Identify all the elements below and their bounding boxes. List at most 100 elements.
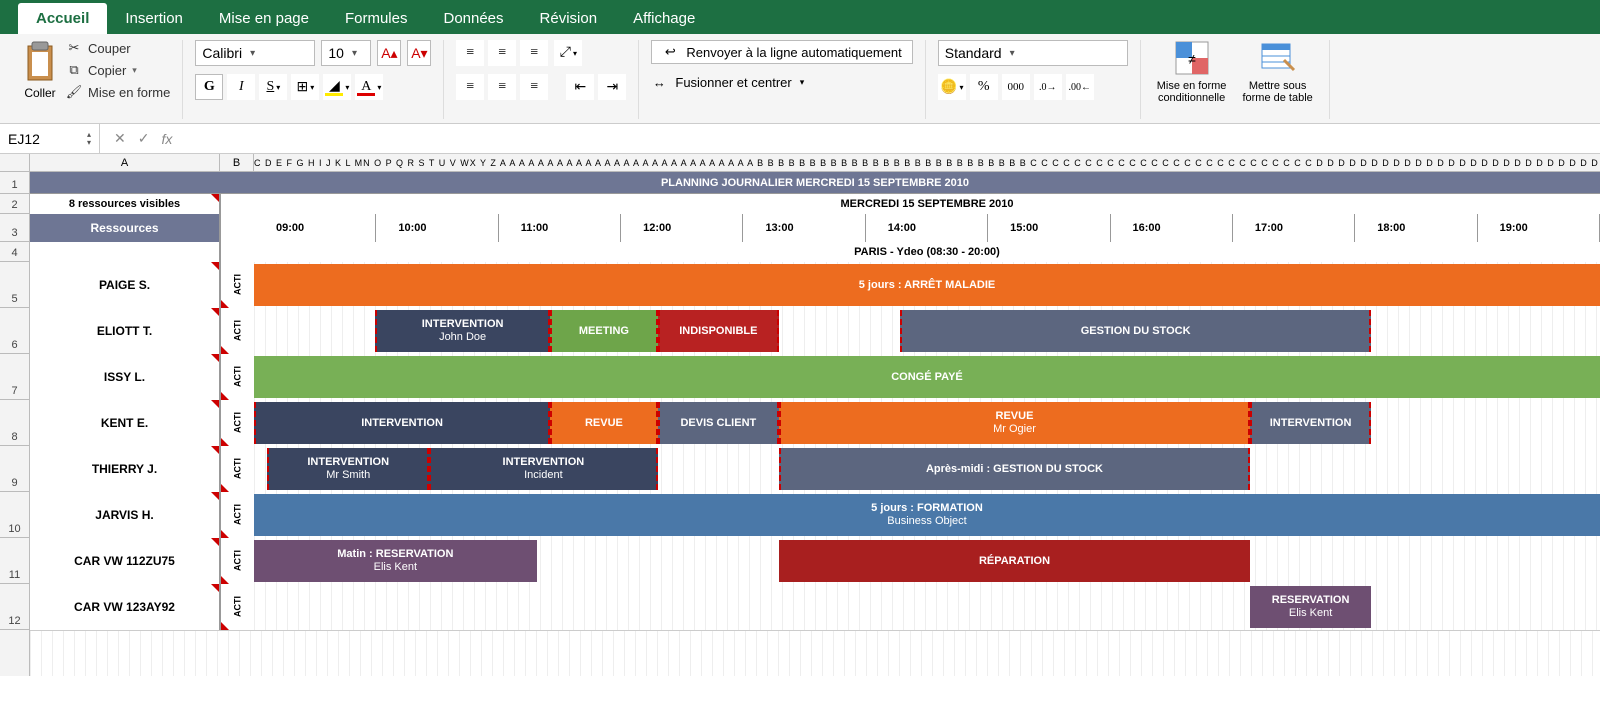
row-header[interactable]: 2 [0,194,29,214]
col-headers-rest[interactable]: C D E F G H I J K L MN O P Q R S T U V W… [254,154,1600,171]
align-left-button[interactable]: ≡ [456,74,484,100]
row-header[interactable]: 12 [0,584,29,630]
orientation-button[interactable]: ⤢▾ [554,40,582,66]
italic-button[interactable]: I [227,74,255,100]
cut-label: Couper [88,41,131,56]
resource-timeline[interactable]: INTERVENTIONREVUEDEVIS CLIENTREVUEMr Ogi… [254,400,1600,446]
decrease-decimal-button[interactable]: .00← [1066,74,1094,100]
enter-formula-button[interactable]: ✓ [138,130,150,147]
align-top-button[interactable]: ≡ [456,40,484,66]
resource-timeline[interactable]: Matin : RESERVATIONElis Kent RÉPARATION [254,538,1600,584]
schedule-bar[interactable]: 5 jours : FORMATIONBusiness Object [254,494,1600,536]
resource-name: KENT E. [30,400,220,446]
percent-button[interactable]: % [970,74,998,100]
number-format-select[interactable]: Standard▾ [938,40,1128,66]
schedule-bar[interactable]: INDISPONIBLE [658,310,779,352]
row-header[interactable]: 1 [0,172,29,194]
row-header[interactable]: 10 [0,492,29,538]
group-font: Calibri▾ 10▾ A▴ A▾ G I S▾ ⊞▾ ◢▾ A▾ [183,40,444,119]
acti-label: ACTI [220,308,254,354]
fill-color-button[interactable]: ◢▾ [323,74,351,100]
align-middle-button[interactable]: ≡ [488,40,516,66]
col-header-b[interactable]: B [220,154,254,171]
column-headers: A B C D E F G H I J K L MN O P Q R S T U… [0,154,1600,172]
underline-button[interactable]: S▾ [259,74,287,100]
sheet-content[interactable]: PLANNING JOURNALIER MERCREDI 15 SEPTEMBR… [30,172,1600,676]
schedule-bar[interactable]: REVUE [550,402,658,444]
table-format-button[interactable]: Mettre sous forme de table [1238,40,1316,104]
indent-decrease-button[interactable]: ⇤ [566,74,594,100]
row-header[interactable]: 6 [0,308,29,354]
tab-accueil[interactable]: Accueil [18,3,107,34]
resource-timeline[interactable]: INTERVENTIONMr SmithINTERVENTIONIncident… [254,446,1600,492]
row-header[interactable]: 9 [0,446,29,492]
merge-center-button[interactable]: ↔ Fusionner et centrer ▾ [651,74,912,90]
tab-formules[interactable]: Formules [327,3,426,34]
wrap-text-button[interactable]: ↩ Renvoyer à la ligne automatiquement [651,40,912,64]
schedule-bar[interactable]: INTERVENTION [254,402,550,444]
hour-cell: 16:00 [1111,214,1233,242]
row-header[interactable]: 7 [0,354,29,400]
schedule-bar[interactable]: CONGÉ PAYÉ [254,356,1600,398]
schedule-bar[interactable]: RÉPARATION [779,540,1250,582]
schedule-bar[interactable]: 5 jours : ARRÊT MALADIE [254,264,1600,306]
row-header[interactable]: 11 [0,538,29,584]
select-all-corner[interactable] [0,154,30,171]
align-right-button[interactable]: ≡ [520,74,548,100]
schedule-bar[interactable]: INTERVENTIONJohn Doe [375,310,550,352]
schedule-bar[interactable]: REVUEMr Ogier [779,402,1250,444]
conditional-format-button[interactable]: ≠ Mise en forme conditionnelle [1153,40,1231,104]
resource-timeline[interactable]: RESERVATIONElis Kent [254,584,1600,630]
font-color-button[interactable]: A▾ [355,74,383,100]
tab-insertion[interactable]: Insertion [107,3,201,34]
align-bottom-button[interactable]: ≡ [520,40,548,66]
acti-label: ACTI [220,492,254,538]
resource-name: CAR VW 112ZU75 [30,538,220,584]
format-painter-button[interactable]: 🖌 Mise en forme [66,84,170,100]
resource-timeline[interactable]: 5 jours : ARRÊT MALADIE [254,262,1600,308]
tab-donnees[interactable]: Données [425,3,521,34]
currency-button[interactable]: 🪙▾ [938,74,966,100]
grow-font-button[interactable]: A▴ [377,40,401,66]
row-header[interactable]: 8 [0,400,29,446]
hour-cell: 09:00 [254,214,376,242]
acti-label: ACTI [220,400,254,446]
schedule-bar[interactable]: DEVIS CLIENT [658,402,779,444]
copy-button[interactable]: ⧉ Copier▾ [66,62,170,78]
align-center-button[interactable]: ≡ [488,74,516,100]
schedule-bar[interactable]: GESTION DU STOCK [900,310,1371,352]
increase-decimal-button[interactable]: .0→ [1034,74,1062,100]
spreadsheet: A B C D E F G H I J K L MN O P Q R S T U… [0,154,1600,676]
cut-button[interactable]: ✂ Couper [66,40,170,56]
tab-revision[interactable]: Révision [522,3,616,34]
schedule-bar[interactable]: INTERVENTIONIncident [429,448,658,490]
tab-mise-en-page[interactable]: Mise en page [201,3,327,34]
row-header[interactable]: 5 [0,262,29,308]
font-name-select[interactable]: Calibri▾ [195,40,315,66]
indent-increase-button[interactable]: ⇥ [598,74,626,100]
bold-button[interactable]: G [195,74,223,100]
resources-count: 8 ressources visibles [30,194,220,214]
schedule-bar[interactable]: Après-midi : GESTION DU STOCK [779,448,1250,490]
resource-timeline[interactable]: INTERVENTIONJohn DoeMEETINGINDISPONIBLE G… [254,308,1600,354]
schedule-bar[interactable]: MEETING [550,310,658,352]
row-header[interactable]: 4 [0,242,29,262]
col-header-a[interactable]: A [30,154,220,171]
thousands-button[interactable]: 000 [1002,74,1030,100]
border-button[interactable]: ⊞▾ [291,74,319,100]
row-header[interactable]: 3 [0,214,29,242]
paste-button[interactable]: Coller [22,40,58,100]
tab-affichage[interactable]: Affichage [615,3,713,34]
schedule-bar[interactable]: RESERVATIONElis Kent [1250,586,1371,628]
resource-timeline[interactable]: 5 jours : FORMATIONBusiness Object [254,492,1600,538]
table-format-label: Mettre sous forme de table [1242,80,1312,104]
resource-timeline[interactable]: CONGÉ PAYÉ [254,354,1600,400]
schedule-bar[interactable]: INTERVENTION [1250,402,1371,444]
font-size-select[interactable]: 10▾ [321,40,371,66]
shrink-font-button[interactable]: A▾ [407,40,431,66]
fx-button[interactable]: fx [161,131,172,147]
cancel-formula-button[interactable]: ✕ [114,130,126,147]
schedule-bar[interactable]: INTERVENTIONMr Smith [267,448,429,490]
name-box[interactable]: EJ12 ▴▾ [0,124,100,153]
schedule-bar[interactable]: Matin : RESERVATIONElis Kent [254,540,537,582]
